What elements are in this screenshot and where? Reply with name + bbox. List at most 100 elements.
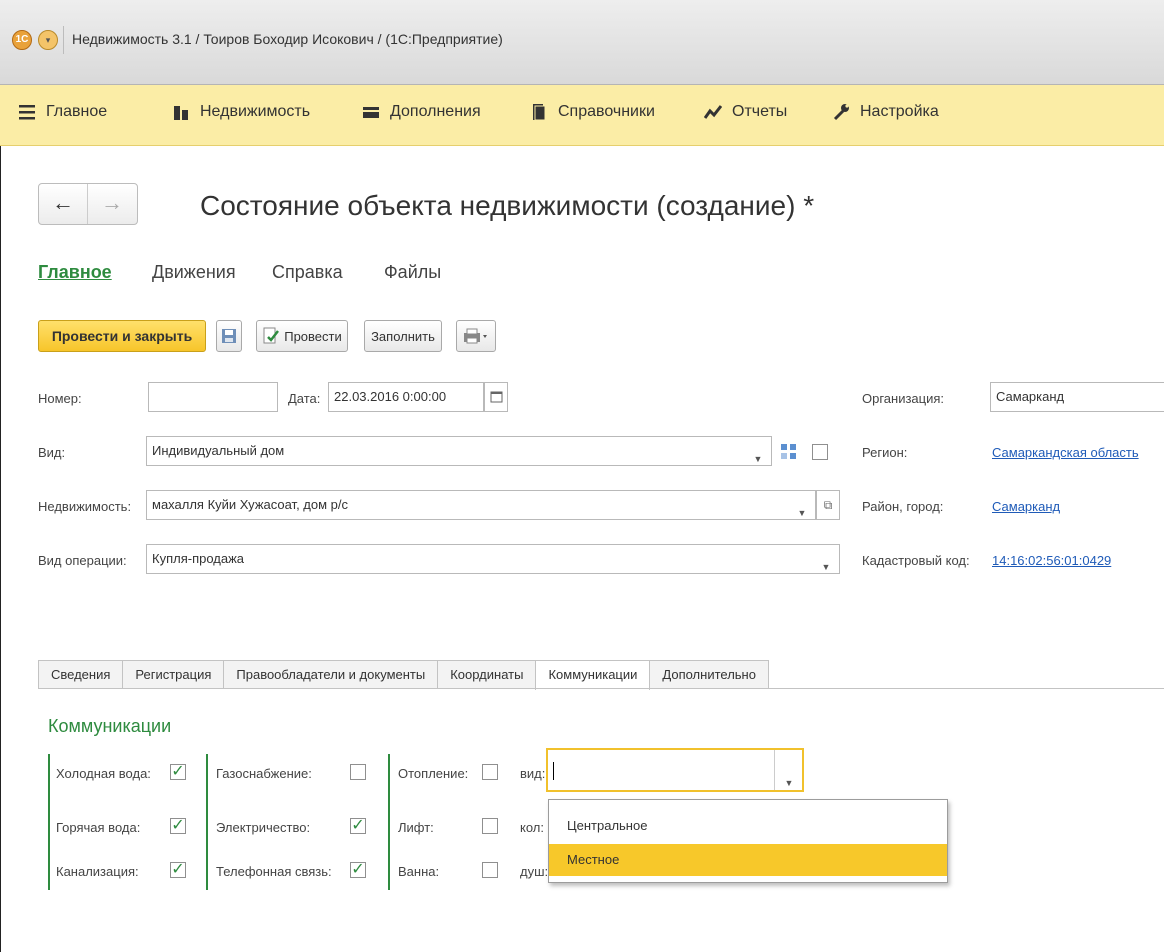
chevron-down-icon[interactable]: ▼ [782, 763, 796, 788]
section-label: Главное [46, 103, 108, 120]
form-tab-files[interactable]: Файлы [384, 262, 441, 283]
lift-label: Лифт: [398, 820, 434, 835]
floppy-disk-icon [222, 329, 236, 343]
tab-communications[interactable]: Коммуникации [535, 660, 651, 690]
operation-field[interactable]: Купля-продажа ▼ [146, 544, 840, 574]
tab-info[interactable]: Сведения [38, 660, 124, 689]
shower-label: душ: [520, 864, 549, 879]
section-reports[interactable]: Отчеты [704, 103, 787, 121]
open-property-button[interactable]: ⧉ [816, 490, 840, 520]
phone-checkbox[interactable]: ✓ [350, 862, 366, 878]
page-title: Состояние объекта недвижимости (создание… [200, 190, 815, 221]
org-field[interactable]: Самарканд [990, 382, 1164, 412]
forward-button[interactable]: → [88, 184, 136, 224]
window-titlebar: 1С ▾ Недвижимость 3.1 / Тоиров Боходир И… [0, 0, 1164, 85]
number-label: Номер: [38, 391, 82, 406]
group-bar [388, 754, 390, 890]
section-realty[interactable]: Недвижимость [172, 103, 310, 121]
org-label: Организация: [862, 391, 945, 406]
gas-checkbox[interactable] [350, 764, 366, 780]
chevron-down-icon[interactable]: ▼ [795, 499, 809, 518]
lift-checkbox[interactable] [482, 818, 498, 834]
main-menu-dropdown-icon[interactable]: ▾ [38, 30, 58, 50]
district-link[interactable]: Самарканд [992, 499, 1060, 514]
back-button[interactable]: ← [39, 184, 88, 224]
sewage-checkbox[interactable]: ✓ [170, 862, 186, 878]
calendar-icon [490, 391, 503, 403]
sections-panel: Главное Недвижимость Дополнения Справочн… [0, 85, 1164, 146]
form-tab-movements[interactable]: Движения [152, 262, 236, 283]
bath-label: Ванна: [398, 864, 440, 879]
printer-icon [464, 328, 487, 344]
kind-field[interactable]: Индивидуальный дом ▼ [146, 436, 772, 466]
dropdown-option[interactable]: Центральное [549, 810, 947, 842]
calendar-button[interactable] [484, 382, 508, 412]
group-bar [48, 754, 50, 890]
structure-icon[interactable] [780, 443, 798, 461]
section-label: Отчеты [732, 103, 788, 120]
section-catalogs[interactable]: Справочники [530, 103, 655, 121]
box-icon [363, 107, 379, 118]
section-settings[interactable]: Настройка [832, 103, 939, 121]
group-bar [206, 754, 208, 890]
tab-owners-docs[interactable]: Правообладатели и документы [223, 660, 439, 689]
region-label: Регион: [862, 445, 908, 460]
district-label: Район, город: [862, 499, 944, 514]
window-title: Недвижимость 3.1 / Тоиров Боходир Исоков… [72, 31, 503, 47]
menu-lines-icon [19, 105, 35, 120]
form-tab-main[interactable]: Главное [38, 262, 112, 283]
page-tabs: Сведения Регистрация Правообладатели и д… [38, 660, 769, 690]
cold-water-label: Холодная вода: [56, 766, 151, 781]
cadastral-label: Кадастровый код: [862, 553, 970, 568]
cadastral-link[interactable]: 14:16:02:56:01:0429 [992, 553, 1111, 568]
cold-water-checkbox[interactable]: ✓ [170, 764, 186, 780]
property-field[interactable]: махалля Куйи Хужасоат, дом р/с ▼ [146, 490, 816, 520]
phone-label: Телефонная связь: [216, 864, 332, 879]
buildings-icon [174, 106, 188, 120]
kind-label: Вид: [38, 445, 66, 460]
tab-additional[interactable]: Дополнительно [649, 660, 769, 689]
tab-registration[interactable]: Регистрация [122, 660, 225, 689]
dropdown-option-selected[interactable]: Местное [549, 844, 947, 876]
date-label: Дата: [288, 391, 321, 406]
open-window-icon: ⧉ [823, 498, 833, 512]
hot-water-label: Горячая вода: [56, 820, 141, 835]
bath-checkbox[interactable] [482, 862, 498, 878]
heating-kind-input[interactable]: ▼ [546, 748, 804, 792]
post-document-icon [263, 327, 280, 344]
electricity-label: Электричество: [216, 820, 311, 835]
section-label: Справочники [558, 103, 655, 120]
print-button[interactable] [456, 320, 496, 352]
post-button-label: Провести [284, 328, 342, 344]
communications-group-title: Коммуникации [48, 716, 172, 736]
tabs-divider [38, 688, 1164, 689]
lift-count-label: кол: [520, 820, 544, 835]
hot-water-checkbox[interactable]: ✓ [170, 818, 186, 834]
section-label: Дополнения [390, 103, 481, 120]
chevron-down-icon[interactable]: ▼ [819, 553, 833, 572]
app-logo-icon[interactable]: 1С [12, 30, 32, 50]
date-field[interactable]: 22.03.2016 0:00:00 [328, 382, 484, 412]
section-label: Настройка [860, 103, 939, 120]
electricity-checkbox[interactable]: ✓ [350, 818, 366, 834]
heating-label: Отопление: [398, 766, 469, 781]
kind-checkbox[interactable] [812, 444, 828, 460]
post-and-close-button[interactable]: Провести и закрыть [38, 320, 206, 352]
property-label: Недвижимость: [38, 499, 132, 514]
chart-line-icon [704, 105, 722, 119]
fill-button[interactable]: Заполнить [364, 320, 442, 352]
section-additions[interactable]: Дополнения [362, 103, 481, 121]
heating-kind-label: вид: [520, 766, 546, 781]
heating-kind-dropdown: Центральное Местное [548, 799, 948, 883]
section-main[interactable]: Главное [18, 103, 107, 121]
chevron-down-icon[interactable]: ▼ [751, 445, 765, 464]
region-link[interactable]: Самаркандская область [992, 445, 1139, 460]
save-button[interactable] [216, 320, 242, 352]
number-field[interactable] [148, 382, 278, 412]
heating-checkbox[interactable] [482, 764, 498, 780]
field-divider [774, 750, 775, 790]
form-tab-help[interactable]: Справка [272, 262, 343, 283]
section-label: Недвижимость [200, 103, 311, 120]
post-button[interactable]: Провести [256, 320, 348, 352]
tab-coordinates[interactable]: Координаты [437, 660, 537, 689]
